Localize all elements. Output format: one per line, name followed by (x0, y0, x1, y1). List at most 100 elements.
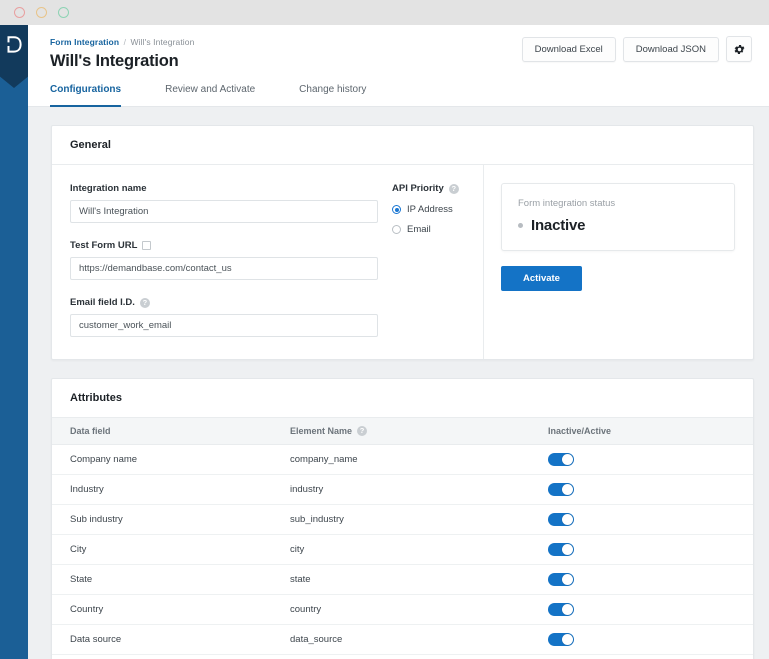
download-json-button[interactable]: Download JSON (622, 36, 719, 62)
settings-button[interactable] (726, 36, 752, 62)
tab-bar: Configurations Review and Activate Chang… (28, 71, 769, 107)
cell-element-name[interactable]: industry (290, 484, 548, 495)
cell-element-name[interactable]: country (290, 604, 548, 615)
status-badge: Inactive (518, 217, 718, 234)
test-form-url-input[interactable] (70, 257, 378, 280)
cell-element-name[interactable]: city (290, 544, 548, 555)
download-excel-button[interactable]: Download Excel (521, 36, 616, 62)
toggle-switch[interactable] (548, 483, 574, 496)
toggle-switch[interactable] (548, 513, 574, 526)
tab-change-history[interactable]: Change history (299, 72, 366, 107)
toggle-switch[interactable] (548, 543, 574, 556)
cell-data-field: Company name (70, 454, 138, 465)
cell-data-field: State (70, 574, 93, 585)
api-priority-column: API Priority ? IP Address Email (392, 165, 484, 359)
help-icon[interactable]: ? (357, 426, 368, 436)
toggle-switch[interactable] (548, 573, 574, 586)
integration-name-label: Integration name (70, 183, 374, 194)
page-header: Form Integration / Will's Integration Wi… (28, 25, 769, 71)
status-card: Form integration status Inactive (501, 183, 735, 251)
column-header-inactive-active: Inactive/Active (548, 426, 612, 436)
maximize-button[interactable] (58, 7, 69, 18)
table-row: Industry industry (52, 475, 753, 505)
cell-data-field: Data source (70, 634, 122, 645)
gear-icon (734, 44, 744, 54)
radio-ip-address-label: IP Address (407, 204, 453, 215)
table-row: Company name company_name (52, 445, 753, 475)
tab-review-and-activate[interactable]: Review and Activate (165, 72, 255, 107)
cell-element-name[interactable]: company_name (290, 454, 548, 465)
radio-email[interactable]: Email (392, 224, 483, 235)
general-section-title: General (52, 126, 753, 165)
status-value-text: Inactive (531, 217, 586, 234)
status-bullet-icon (518, 223, 523, 228)
breadcrumb-root-link[interactable]: Form Integration (50, 37, 119, 47)
cell-element-name[interactable]: state (290, 574, 548, 585)
toggle-knob (562, 574, 573, 585)
attributes-table-header: Data field Element Name ? Inactive/Activ… (52, 418, 753, 445)
radio-email-indicator (392, 225, 401, 234)
logo-d-icon (6, 36, 22, 53)
cell-element-name[interactable]: sub_industry (290, 514, 548, 525)
radio-ip-address[interactable]: IP Address (392, 204, 483, 215)
toggle-knob (562, 634, 573, 645)
table-row: Demandbase SIDdemandbase_sid (52, 655, 753, 659)
cell-toggle (548, 483, 735, 496)
breadcrumb-separator: / (123, 37, 127, 47)
cell-toggle (548, 513, 735, 526)
api-priority-label: API Priority ? (392, 183, 483, 194)
table-row: City city (52, 535, 753, 565)
status-card-label: Form integration status (518, 198, 616, 209)
cell-element-name[interactable]: data_source (290, 634, 548, 645)
cell-toggle (548, 453, 735, 466)
table-row: Sub industry sub_industry (52, 505, 753, 535)
table-row: Data source data_source (52, 625, 753, 655)
external-link-icon[interactable] (142, 241, 152, 250)
content-area: General Integration name Test Form URL (28, 107, 769, 659)
general-card: General Integration name Test Form URL (51, 125, 754, 360)
cell-data-field: Industry (70, 484, 104, 495)
radio-email-label: Email (407, 224, 431, 235)
toggle-switch[interactable] (548, 603, 574, 616)
toggle-knob (562, 484, 573, 495)
demandbase-logo[interactable] (0, 25, 28, 88)
header-actions: Download Excel Download JSON (521, 36, 752, 62)
toggle-knob (562, 454, 573, 465)
toggle-switch[interactable] (548, 633, 574, 646)
minimize-button[interactable] (36, 7, 47, 18)
close-button[interactable] (14, 7, 25, 18)
integration-name-label-text: Integration name (70, 183, 147, 194)
cell-toggle (548, 633, 735, 646)
email-field-id-label-text: Email field I.D. (70, 297, 135, 308)
table-row: State state (52, 565, 753, 595)
help-icon[interactable]: ? (139, 297, 150, 308)
test-form-url-label-text: Test Form URL (70, 240, 138, 251)
app-window: Form Integration / Will's Integration Wi… (0, 25, 769, 659)
cell-toggle (548, 543, 735, 556)
cell-data-field: Sub industry (70, 514, 123, 525)
attributes-section-title: Attributes (52, 379, 753, 418)
api-priority-label-text: API Priority (392, 183, 444, 194)
general-fields-column: Integration name Test Form URL Email fie… (52, 165, 392, 359)
integration-name-input[interactable] (70, 200, 378, 223)
attributes-table-body: Company name company_name Industry industry… (52, 445, 753, 659)
window-titlebar (0, 0, 769, 25)
left-nav-rail (0, 25, 28, 659)
status-column: Form integration status Inactive Activat… (484, 165, 753, 359)
radio-ip-address-indicator (392, 205, 401, 214)
cell-toggle (548, 573, 735, 586)
toggle-knob (562, 604, 573, 615)
tab-configurations[interactable]: Configurations (50, 72, 122, 107)
email-field-id-input[interactable] (70, 314, 378, 337)
toggle-switch[interactable] (548, 453, 574, 466)
column-header-element-name: Element Name ? (290, 426, 548, 436)
column-header-element-name-text: Element Name (290, 426, 353, 436)
test-form-url-label: Test Form URL (70, 240, 374, 251)
main-column: Form Integration / Will's Integration Wi… (28, 25, 769, 659)
activate-button[interactable]: Activate (501, 266, 582, 291)
table-row: Country country (52, 595, 753, 625)
help-icon[interactable]: ? (448, 183, 459, 194)
cell-data-field: Country (70, 604, 104, 615)
attributes-card: Attributes Data field Element Name ? Ina… (51, 378, 754, 659)
toggle-knob (562, 544, 573, 555)
